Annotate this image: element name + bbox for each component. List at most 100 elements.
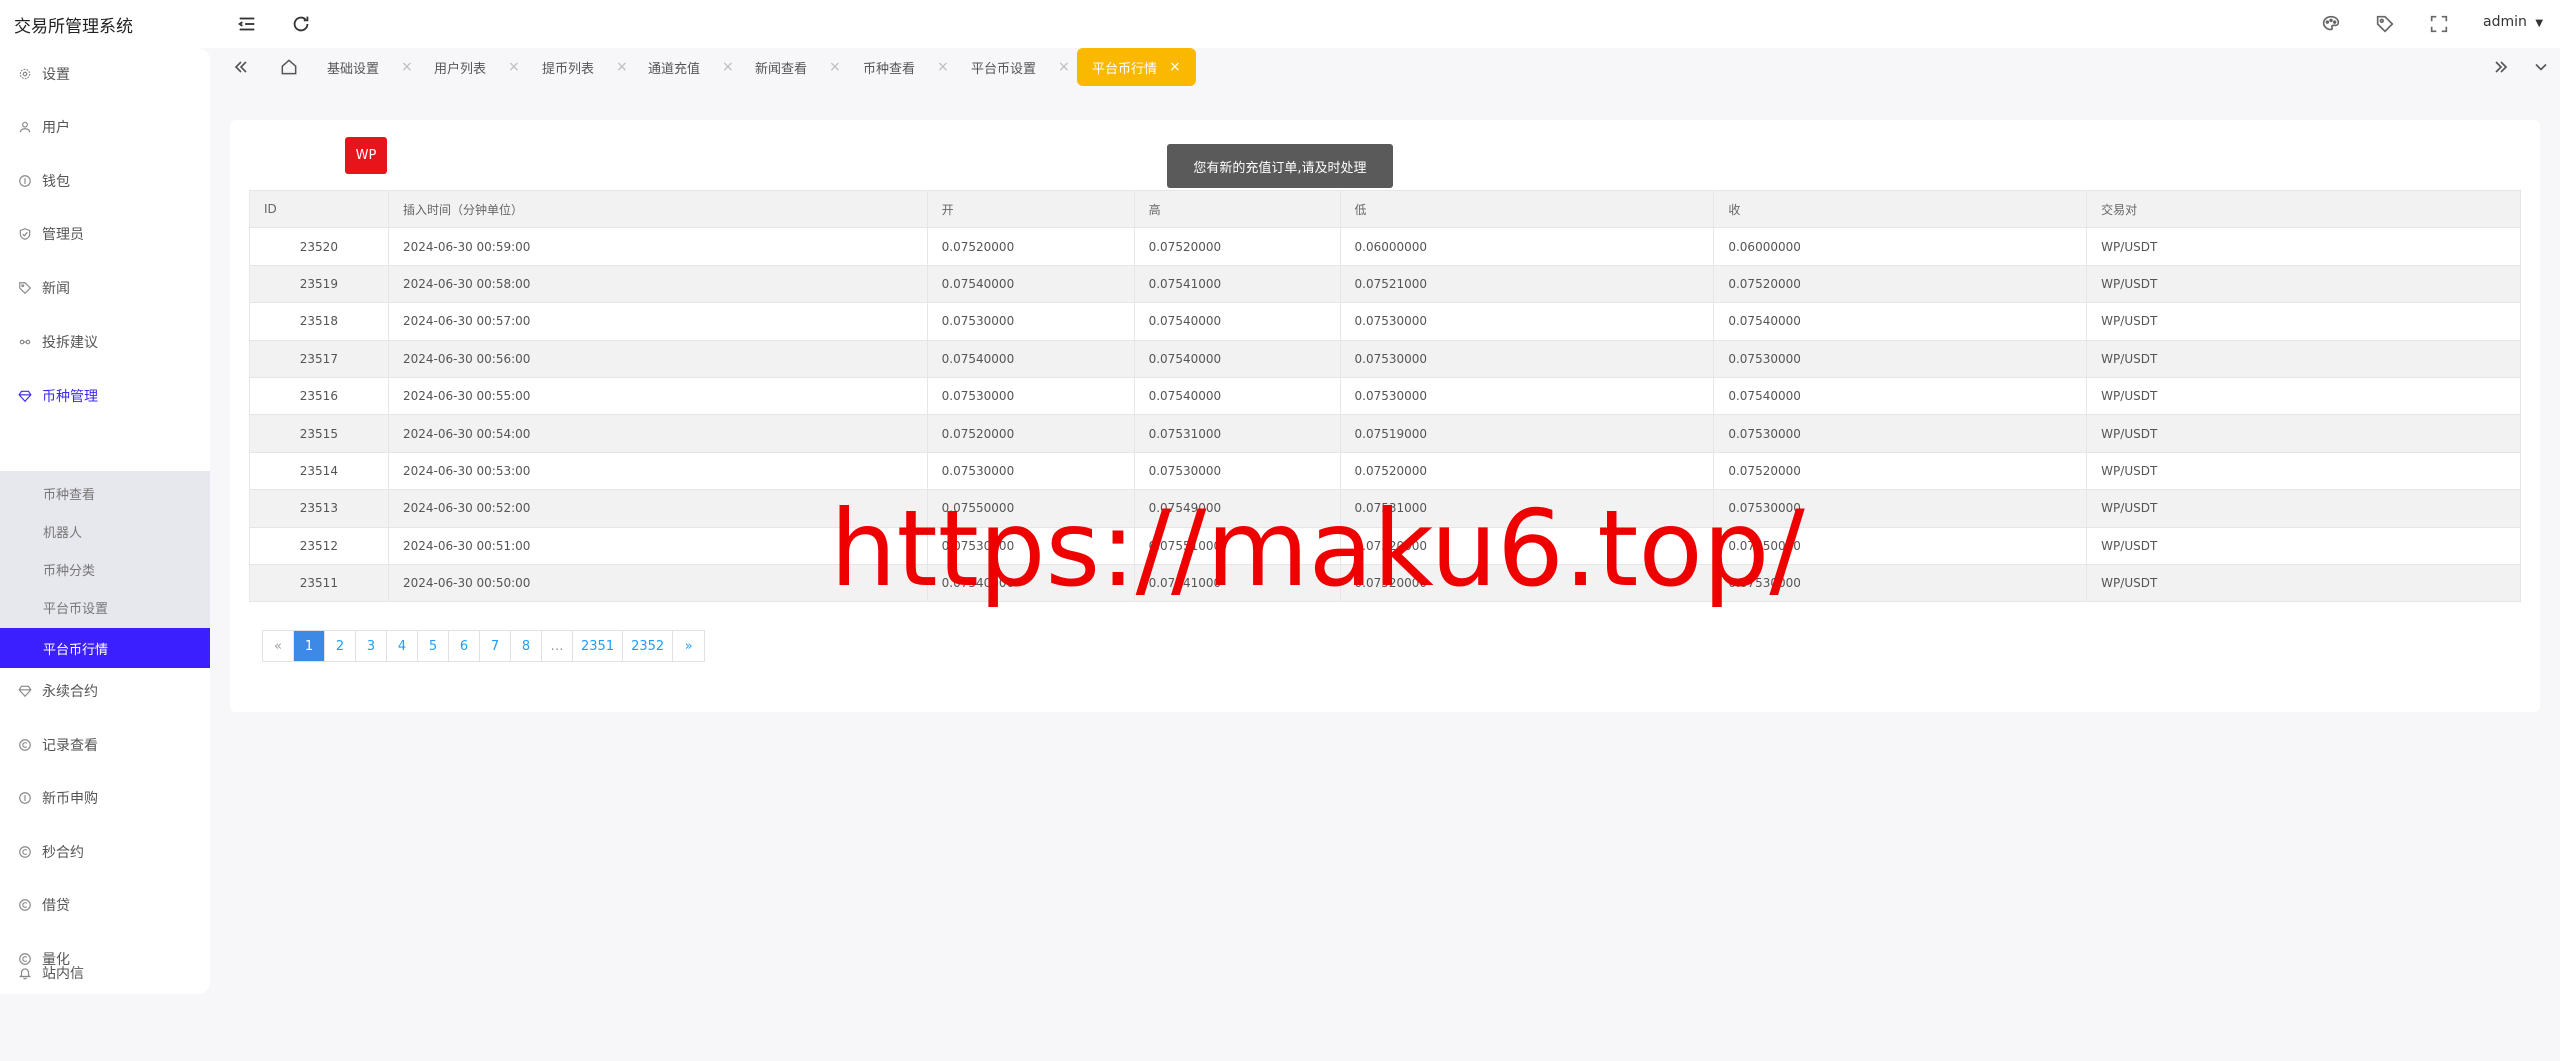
- table-cell: 0.07530000: [1133, 451, 1341, 491]
- close-icon[interactable]: ×: [401, 59, 413, 75]
- tab-news-view[interactable]: 新闻查看 ×: [755, 48, 841, 86]
- table-cell: 2024-06-30 00:59:00: [387, 227, 928, 266]
- table-cell: 0.07540000: [1713, 376, 2088, 416]
- table-cell: WP/USDT: [2086, 451, 2521, 491]
- submenu-item-currency-category[interactable]: 币种分类: [0, 550, 210, 588]
- sidebar-item-news[interactable]: 新闻: [0, 268, 210, 308]
- tab-label: 通道充值: [648, 61, 701, 77]
- table-cell: 0.07531000: [1133, 414, 1341, 453]
- submenu-item-robot[interactable]: 机器人: [0, 512, 210, 550]
- sidebar-item-second-contract[interactable]: 秒合约: [0, 832, 210, 872]
- table-cell: 2024-06-30 00:57:00: [387, 302, 928, 341]
- table-cell: 2024-06-30 00:56:00: [387, 339, 928, 378]
- sidebar-item-new-coin-subscription[interactable]: 新币申购: [0, 778, 210, 818]
- tab-withdraw-list[interactable]: 提币列表 ×: [542, 48, 628, 86]
- table-cell: 0.07520000: [1713, 451, 2088, 491]
- table-cell: WP/USDT: [2086, 563, 2521, 603]
- diamond-icon: [18, 684, 32, 698]
- sidebar-item-wallet[interactable]: 钱包: [0, 161, 210, 201]
- table-cell: 0.07530000: [1339, 339, 1715, 378]
- refresh-icon[interactable]: [290, 13, 312, 35]
- table-row: 23519 2024-06-30 00:58:00 0.07540000 0.0754…: [249, 264, 2521, 304]
- copyright-icon: [18, 738, 32, 752]
- pagination-page-button[interactable]: 4: [387, 631, 418, 661]
- submenu-item-currency-view[interactable]: 币种查看: [0, 474, 210, 512]
- pagination-page-button[interactable]: 2351: [573, 631, 624, 661]
- tab-currency-view[interactable]: 币种查看 ×: [863, 48, 949, 86]
- table-row: 23520 2024-06-30 00:59:00 0.07520000 0.0752…: [249, 227, 2521, 266]
- sidebar-item-currency-management[interactable]: 币种管理: [0, 376, 210, 416]
- table-cell: 0.07530000: [1339, 376, 1715, 416]
- table-row: 23514 2024-06-30 00:53:00 0.07530000 0.0753…: [249, 451, 2521, 491]
- double-chevron-right-icon[interactable]: [2491, 57, 2511, 77]
- sidebar-item-lending[interactable]: 借贷: [0, 885, 210, 925]
- close-icon[interactable]: ×: [722, 59, 734, 75]
- pagination-next-button[interactable]: »: [673, 631, 704, 661]
- table-cell: 0.07540000: [1133, 376, 1341, 416]
- pagination-prev-button[interactable]: «: [263, 631, 294, 661]
- menu-fold-icon[interactable]: [236, 13, 258, 35]
- table-cell: 0.07530000: [1713, 339, 2088, 378]
- pagination-page-button[interactable]: 6: [449, 631, 480, 661]
- pagination-ellipsis: …: [542, 631, 573, 661]
- close-icon[interactable]: ×: [829, 59, 841, 75]
- tab-label: 提币列表: [542, 61, 595, 77]
- submenu-item-platform-coin-market[interactable]: 平台币行情: [0, 628, 210, 668]
- table-cell: 23519: [249, 264, 389, 304]
- table-cell: 0.07540000: [1713, 302, 2088, 341]
- table-cell: 0.07540000: [926, 264, 1135, 304]
- pagination: « 1 2 3 4 5 6 7 8 … 2351 2352 »: [262, 630, 706, 662]
- sidebar-item-label: 管理员: [42, 227, 84, 243]
- table-cell: WP/USDT: [2086, 264, 2521, 304]
- close-icon[interactable]: ×: [508, 59, 520, 75]
- column-header: ID: [249, 189, 389, 229]
- tab-channel-recharge[interactable]: 通道充值 ×: [648, 48, 734, 86]
- tab-basic-settings[interactable]: 基础设置 ×: [327, 48, 413, 86]
- tag-icon[interactable]: [2374, 13, 2396, 35]
- table-cell: 0.07540000: [926, 339, 1135, 378]
- tab-label: 平台币行情: [1092, 61, 1158, 77]
- close-icon[interactable]: ×: [616, 59, 628, 75]
- sidebar-item-messages[interactable]: 站内信: [0, 953, 210, 993]
- pagination-page-button[interactable]: 2352: [623, 631, 674, 661]
- link-icon: [18, 335, 32, 349]
- tab-platform-coin-market[interactable]: 平台币行情 ×: [1077, 48, 1196, 86]
- home-icon[interactable]: [279, 57, 299, 77]
- bell-icon: [18, 966, 32, 980]
- table-cell: 0.07520000: [1713, 264, 2088, 304]
- close-icon[interactable]: ×: [937, 59, 949, 75]
- table-cell: 23517: [249, 339, 389, 378]
- double-chevron-left-icon[interactable]: [231, 57, 251, 77]
- caret-down-icon: ▼: [2535, 18, 2544, 29]
- close-icon[interactable]: ×: [1058, 59, 1070, 75]
- close-icon[interactable]: ×: [1169, 59, 1181, 75]
- pagination-page-button[interactable]: 3: [356, 631, 387, 661]
- sidebar-item-feedback[interactable]: 投拆建议: [0, 322, 210, 362]
- tab-label: 用户列表: [434, 61, 487, 77]
- sidebar-item-admins[interactable]: 管理员: [0, 214, 210, 254]
- sidebar-item-users[interactable]: 用户: [0, 107, 210, 147]
- column-header: 开: [926, 189, 1135, 229]
- chevron-down-icon[interactable]: [2531, 57, 2551, 77]
- submenu-item-platform-coin-settings[interactable]: 平台币设置: [0, 588, 210, 626]
- table-cell: WP/USDT: [2086, 414, 2521, 453]
- sidebar-item-records[interactable]: 记录查看: [0, 725, 210, 765]
- pagination-page-button[interactable]: 8: [511, 631, 542, 661]
- tab-user-list[interactable]: 用户列表 ×: [434, 48, 520, 86]
- user-menu[interactable]: admin ▼: [2483, 14, 2543, 30]
- wallet-icon: [18, 791, 32, 805]
- pagination-page-button[interactable]: 1: [294, 631, 325, 661]
- fullscreen-icon[interactable]: [2428, 13, 2450, 35]
- sidebar-item-label: 记录查看: [42, 738, 98, 754]
- tab-platform-coin-settings[interactable]: 平台币设置 ×: [971, 48, 1070, 86]
- palette-icon[interactable]: [2320, 13, 2342, 35]
- sidebar-item-perpetual-contract[interactable]: 永续合约: [0, 671, 210, 711]
- tab-bar: 基础设置 × 用户列表 × 提币列表 × 通道充值 × 新闻查看 × 币种查看 × 平台币设…: [225, 48, 2560, 86]
- tab-label: 新闻查看: [755, 61, 808, 77]
- sidebar-submenu: 币种查看 机器人 币种分类 平台币设置 平台币行情: [0, 471, 210, 668]
- pagination-page-button[interactable]: 5: [418, 631, 449, 661]
- tag-icon: [18, 281, 32, 295]
- pagination-page-button[interactable]: 2: [325, 631, 356, 661]
- sidebar-item-settings[interactable]: 设置: [0, 54, 210, 94]
- pagination-page-button[interactable]: 7: [480, 631, 511, 661]
